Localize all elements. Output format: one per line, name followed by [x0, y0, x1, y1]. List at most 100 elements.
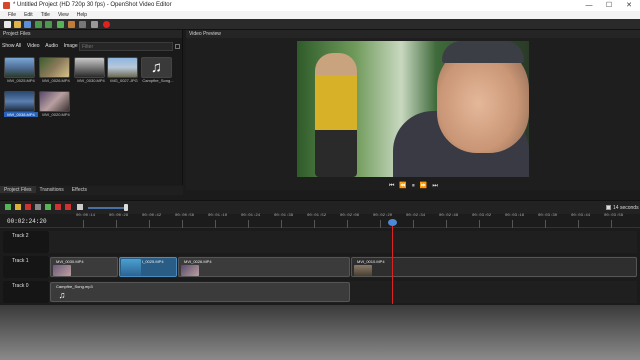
- track-header[interactable]: Track 1: [3, 256, 49, 278]
- file-label: MVI_0038.MP4: [4, 112, 38, 117]
- zoom-slider-handle[interactable]: [124, 204, 128, 211]
- minimize-button[interactable]: —: [580, 0, 598, 11]
- menu-title[interactable]: Title: [37, 11, 54, 18]
- filter-input[interactable]: [79, 42, 173, 51]
- clear-filter-icon[interactable]: [175, 44, 180, 49]
- ruler-tick-label: 00:03:16: [505, 214, 525, 218]
- record-icon[interactable]: [103, 21, 110, 28]
- razor-icon[interactable]: [25, 204, 31, 210]
- video-thumbnail: [4, 91, 35, 112]
- filter-image[interactable]: Image: [64, 43, 78, 49]
- close-button[interactable]: ✕: [620, 0, 638, 11]
- file-item-selected[interactable]: MVI_0038.MP4: [4, 91, 38, 117]
- next-marker-icon[interactable]: [55, 204, 61, 210]
- zoom-out-icon[interactable]: [77, 204, 83, 210]
- track-1[interactable]: Track 1 MVI_0030.MP4 I_0025.MP4 MVI_0026…: [3, 256, 637, 278]
- app-icon: [3, 2, 10, 9]
- zoom-checkbox[interactable]: [606, 205, 611, 210]
- timeline-clip[interactable]: MVI_0026.MP4: [178, 257, 350, 277]
- ruler-tick: [380, 220, 381, 228]
- snap-icon[interactable]: [15, 204, 21, 210]
- track-2[interactable]: Track 2: [3, 231, 637, 253]
- track-header[interactable]: Track 0: [3, 281, 49, 303]
- marker-icon[interactable]: [35, 204, 41, 210]
- ruler-tick: [182, 220, 183, 228]
- fast-forward-button[interactable]: ⏩: [420, 182, 427, 189]
- filter-show-all[interactable]: Show All: [2, 43, 21, 49]
- ruler-tick: [347, 220, 348, 228]
- filter-video[interactable]: Video: [27, 43, 40, 49]
- ruler-tick-label: 00:02:34: [406, 214, 426, 218]
- ruler-tick: [314, 220, 315, 228]
- playhead-handle[interactable]: [388, 219, 397, 226]
- menu-view[interactable]: View: [54, 11, 73, 18]
- add-track-icon[interactable]: [5, 204, 11, 210]
- timeline-empty-area: [0, 305, 640, 360]
- menu-file[interactable]: File: [0, 11, 20, 18]
- center-icon[interactable]: [65, 204, 71, 210]
- track-0[interactable]: Track 0 Campfire_Song.mp3 ♫: [3, 281, 637, 303]
- export-icon[interactable]: [91, 21, 98, 28]
- ruler-tick-label: 00:01:10: [208, 214, 228, 218]
- fullscreen-icon[interactable]: [79, 21, 86, 28]
- timeline-clip[interactable]: MVI_0010.MP4: [351, 257, 637, 277]
- ruler-tick: [446, 220, 447, 228]
- file-label: IMG_0027.JPG: [110, 78, 138, 83]
- file-label: MVI_0026.MP4: [42, 78, 70, 83]
- file-item[interactable]: IMG_0027.JPG: [107, 57, 141, 83]
- ruler-tick-label: 00:03:44: [571, 214, 591, 218]
- menu-edit[interactable]: Edit: [20, 11, 37, 18]
- ruler-tick-label: 00:02:48: [439, 214, 459, 218]
- ruler-tick: [611, 220, 612, 228]
- clip-thumbnail: [354, 265, 372, 276]
- ruler-tick: [149, 220, 150, 228]
- tab-effects[interactable]: Effects: [68, 186, 91, 193]
- jump-end-button[interactable]: ⏭: [432, 183, 437, 190]
- open-icon[interactable]: [14, 21, 21, 28]
- file-item[interactable]: MVI_0025.MP4: [4, 57, 38, 83]
- ruler-tick-label: 00:01:38: [274, 214, 294, 218]
- maximize-button[interactable]: ☐: [600, 0, 618, 11]
- person-figure: [315, 53, 357, 177]
- ruler-tick: [413, 220, 414, 228]
- zoom-slider[interactable]: [88, 207, 126, 209]
- pause-button[interactable]: ⏸: [412, 183, 415, 190]
- current-time: 00:02:24:20: [7, 218, 47, 225]
- ruler-tick-label: 00:01:52: [307, 214, 327, 218]
- track-header[interactable]: Track 2: [3, 231, 49, 253]
- save-icon[interactable]: [24, 21, 31, 28]
- file-label: MVI_0025.MP4: [7, 78, 35, 83]
- playhead[interactable]: [392, 222, 393, 304]
- jump-start-button[interactable]: ⏮: [389, 183, 394, 190]
- redo-icon[interactable]: [45, 21, 52, 28]
- profile-icon[interactable]: [68, 21, 75, 28]
- file-item[interactable]: MVI_0026.MP4: [39, 57, 73, 83]
- menu-bar: File Edit Title View Help: [0, 11, 640, 19]
- ruler-tick-label: 00:00:56: [175, 214, 195, 218]
- ruler-tick-label: 00:00:14: [76, 214, 96, 218]
- title-bar: * Untitled Project (HD 720p 30 fps) - Op…: [0, 0, 640, 11]
- tab-project-files[interactable]: Project Files: [0, 186, 36, 193]
- menu-help[interactable]: Help: [73, 11, 91, 18]
- timeline-clip-audio[interactable]: Campfire_Song.mp3 ♫: [50, 282, 350, 302]
- tab-transitions[interactable]: Transitions: [36, 186, 68, 193]
- timeline-clip-selected[interactable]: I_0025.MP4: [119, 257, 177, 277]
- file-filters: Show All Video Audio Image: [2, 43, 82, 51]
- ruler-tick-label: 00:00:42: [142, 214, 162, 218]
- ruler-tick-label: 00:02:06: [340, 214, 360, 218]
- zoom-label: 14 seconds: [613, 205, 639, 211]
- prev-marker-icon[interactable]: [45, 204, 51, 210]
- rewind-button[interactable]: ⏪: [399, 182, 406, 189]
- ruler-tick-label: 00:01:24: [241, 214, 261, 218]
- file-item[interactable]: ♫ Campfire_Song...: [141, 57, 175, 83]
- main-toolbar: [0, 19, 640, 30]
- new-icon[interactable]: [4, 21, 11, 28]
- undo-icon[interactable]: [35, 21, 42, 28]
- import-icon[interactable]: [57, 21, 64, 28]
- file-item[interactable]: MVI_0030.MP4: [74, 57, 108, 83]
- file-item[interactable]: MVI_0020.MP4: [39, 91, 73, 117]
- ruler-tick: [83, 220, 84, 228]
- timeline-clip[interactable]: MVI_0030.MP4: [50, 257, 118, 277]
- project-files-panel: Project Files Show All Video Audio Image…: [0, 30, 183, 185]
- filter-audio[interactable]: Audio: [45, 43, 58, 49]
